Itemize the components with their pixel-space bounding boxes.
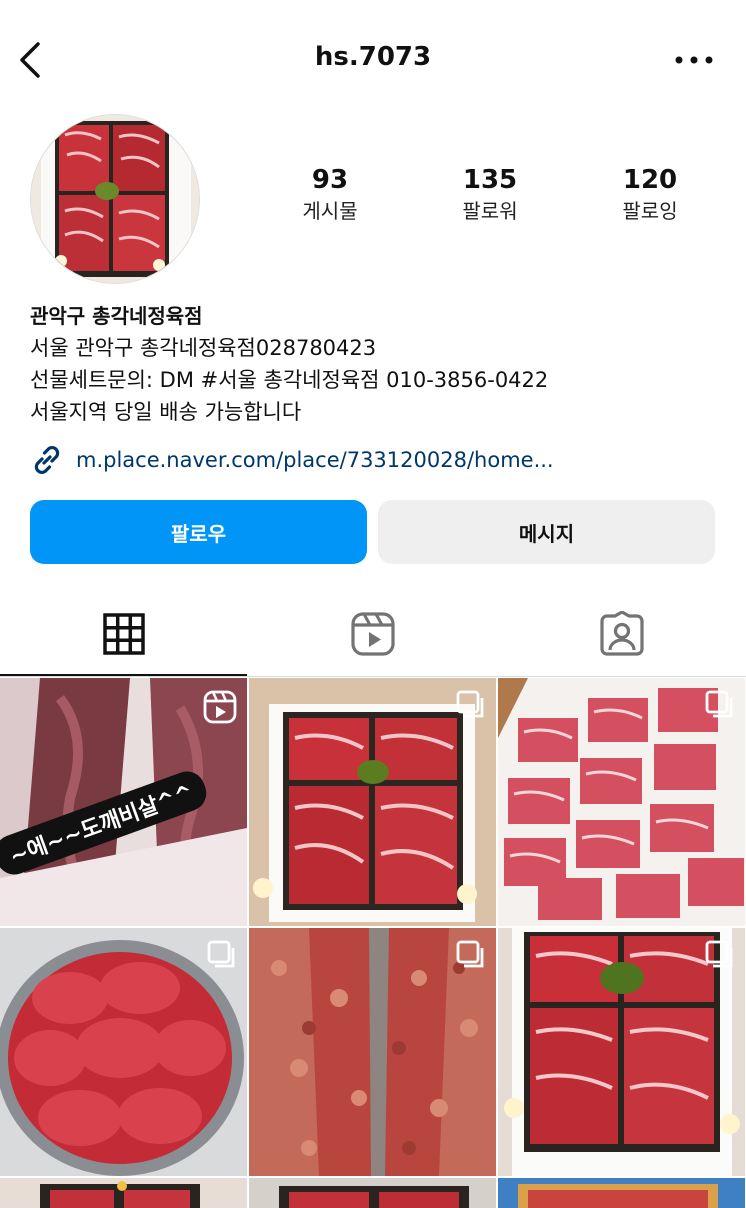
tab-reels[interactable] (249, 592, 497, 676)
profile-tabs (0, 592, 746, 678)
post-image (249, 1178, 496, 1208)
meat-tray-image (31, 115, 199, 283)
post-thumbnail[interactable] (249, 678, 496, 926)
bio-line: 서울지역 당일 배송 가능합니다 (30, 400, 302, 424)
following-count[interactable]: 120 팔로잉 (570, 164, 730, 226)
followers-count[interactable]: 135 팔로워 (410, 164, 570, 226)
profile-link-text[interactable]: m.place.naver.com/place/733120028/home..… (76, 448, 554, 472)
profile-bio: 관악구 총각네정육점 서울 관악구 총각네정육점028780423 선물세트문의… (30, 300, 720, 428)
carousel-icon (456, 690, 484, 718)
post-image (498, 1178, 745, 1208)
post-thumbnail[interactable] (498, 928, 745, 1176)
post-thumbnail[interactable] (498, 1178, 745, 1208)
follow-button[interactable]: 팔로우 (30, 500, 367, 564)
tagged-icon (600, 611, 644, 656)
carousel-icon (207, 940, 235, 968)
post-thumbnail[interactable]: ~에~~도깨비살^^ (0, 678, 247, 926)
profile-display-name: 관악구 총각네정육점 (30, 304, 203, 328)
tabs-divider (0, 676, 746, 677)
reels-icon (203, 690, 237, 724)
carousel-icon (705, 940, 733, 968)
post-thumbnail[interactable] (249, 1178, 496, 1208)
reels-icon (351, 612, 395, 656)
bio-line: 서울 관악구 총각네정육점028780423 (30, 336, 377, 360)
carousel-icon (456, 940, 484, 968)
post-thumbnail[interactable] (498, 678, 745, 926)
grid-icon (103, 613, 145, 655)
tab-tagged[interactable] (498, 592, 746, 676)
profile-username: hs.7073 (314, 42, 432, 72)
posts-count[interactable]: 93 게시물 (250, 164, 410, 226)
following-count-value: 120 (622, 165, 678, 195)
post-thumbnail[interactable] (0, 928, 247, 1176)
posts-grid: ~에~~도깨비살^^ (0, 678, 746, 1208)
carousel-icon (705, 690, 733, 718)
followers-count-label: 팔로워 (462, 199, 518, 223)
posts-count-label: 게시물 (302, 199, 358, 223)
link-icon (34, 446, 60, 474)
following-count-label: 팔로잉 (622, 199, 678, 223)
post-thumbnail[interactable] (0, 1178, 247, 1208)
bio-line: 선물세트문의: DM #서울 총각네정육점 010-3856-0422 (30, 368, 549, 392)
post-image (0, 1178, 247, 1208)
profile-header: hs.7073 (0, 0, 746, 120)
more-icon (675, 56, 713, 64)
followers-count-value: 135 (462, 165, 518, 195)
more-options-button[interactable] (672, 44, 716, 76)
post-thumbnail[interactable] (249, 928, 496, 1176)
profile-link[interactable]: m.place.naver.com/place/733120028/home..… (30, 440, 554, 480)
profile-avatar[interactable] (30, 114, 200, 284)
profile-stats: 93 게시물 135 팔로워 120 팔로잉 (250, 164, 730, 226)
tab-posts-grid[interactable] (0, 592, 248, 676)
message-button[interactable]: 메시지 (378, 500, 715, 564)
posts-count-value: 93 (311, 165, 349, 195)
